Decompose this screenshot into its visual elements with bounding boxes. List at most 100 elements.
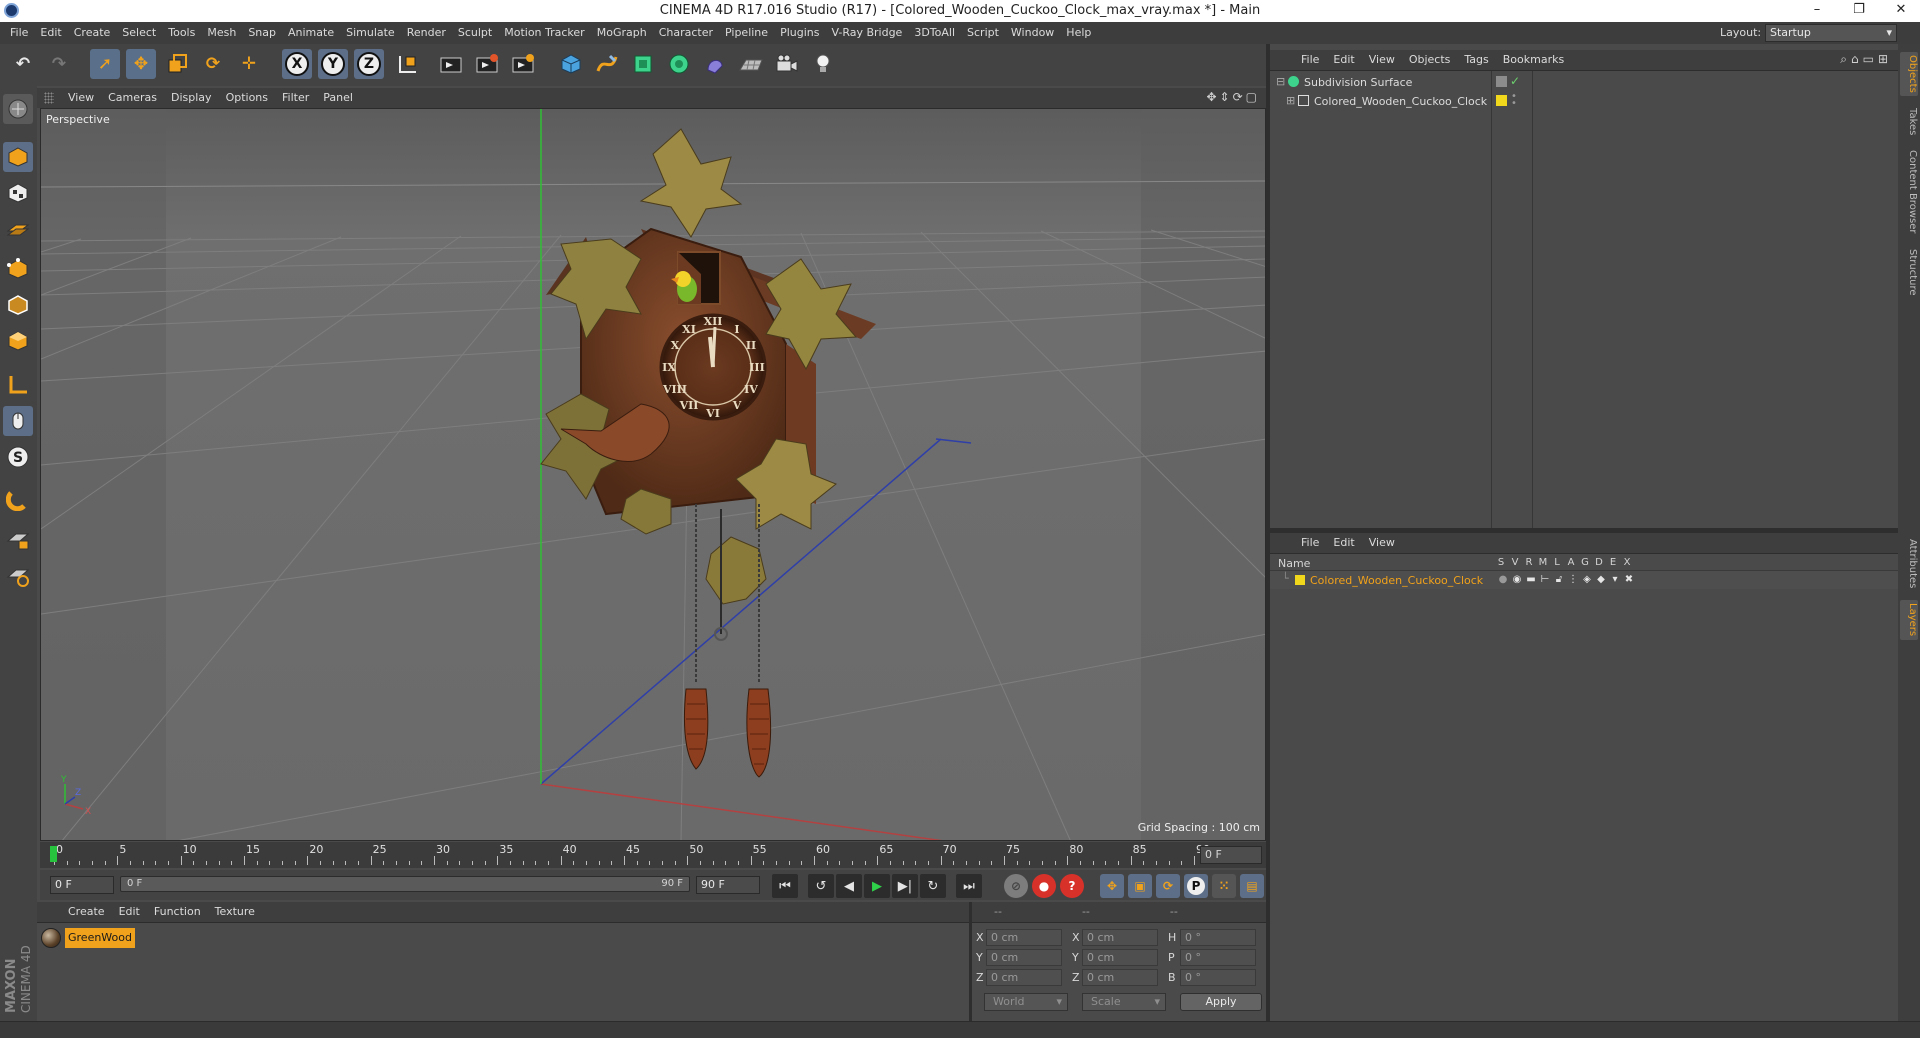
position-key-icon[interactable]: ✥ (1100, 874, 1124, 898)
material-menu-texture[interactable]: Texture (208, 905, 262, 918)
object-menu-bookmarks[interactable]: Bookmarks (1496, 53, 1571, 66)
menu-mesh[interactable]: Mesh (201, 26, 242, 39)
position-z-field[interactable]: 0 cm (986, 969, 1062, 986)
layer-color-swatch[interactable] (1496, 76, 1507, 87)
object-menu-view[interactable]: View (1362, 53, 1402, 66)
object-row-subdivision-surface[interactable]: ⊟ Subdivision Surface ✓ (1270, 73, 1898, 92)
layer-col-generators[interactable]: G (1578, 557, 1592, 568)
layer-col-xref[interactable]: X (1620, 557, 1634, 568)
redo-icon[interactable]: ↷ (44, 49, 74, 79)
floor-icon[interactable] (736, 49, 766, 79)
tab-content-browser[interactable]: Content Browser (1900, 146, 1918, 238)
autokeying-icon[interactable]: ● (1032, 874, 1056, 898)
menu-motion-tracker[interactable]: Motion Tracker (498, 26, 590, 39)
menu-script[interactable]: Script (961, 26, 1005, 39)
menu-simulate[interactable]: Simulate (340, 26, 401, 39)
tab-layers[interactable]: Layers (1900, 600, 1918, 640)
timeline-window-icon[interactable]: ▤ (1240, 874, 1264, 898)
max-frame-field[interactable]: 90 F (696, 876, 760, 894)
layer-xref-icon[interactable]: ✖ (1624, 574, 1634, 585)
horizontal-splitter[interactable] (1270, 528, 1898, 533)
viewport-navigation-icons[interactable]: ✥⇕⟳▢ (1206, 90, 1260, 104)
timeline-playhead[interactable] (50, 846, 57, 862)
object-menu-objects[interactable]: Objects (1402, 53, 1458, 66)
position-x-field[interactable]: 0 cm (986, 929, 1062, 946)
workplane-mode-icon[interactable] (3, 214, 33, 244)
size-y-field[interactable]: 0 cm (1082, 949, 1158, 966)
layer-color-swatch[interactable] (1295, 575, 1305, 585)
layer-col-manager[interactable]: M (1536, 557, 1550, 568)
rotate-tool-icon[interactable]: ⟳ (198, 49, 228, 79)
edges-mode-icon[interactable] (3, 290, 33, 320)
make-editable-icon[interactable] (3, 94, 33, 124)
transform-tool-icon[interactable]: ✛ (234, 49, 264, 79)
menu-select[interactable]: Select (116, 26, 162, 39)
planar-workplane-icon[interactable] (3, 562, 33, 592)
enabled-checkmark-icon[interactable]: ✓ (1510, 74, 1520, 88)
min-frame-field[interactable]: 0 F (50, 876, 114, 894)
snapping-icon[interactable]: S (3, 442, 33, 472)
render-to-picture-viewer-icon[interactable] (472, 49, 502, 79)
menu-create[interactable]: Create (68, 26, 117, 39)
coordinate-space-select[interactable]: World (984, 993, 1068, 1011)
menu-animate[interactable]: Animate (282, 26, 340, 39)
minimize-button[interactable]: – (1806, 0, 1828, 20)
magnet-icon[interactable] (3, 484, 33, 514)
viewport-menu-panel[interactable]: Panel (316, 91, 360, 104)
object-menu-file[interactable]: File (1294, 53, 1326, 66)
menu-vray-bridge[interactable]: V-Ray Bridge (825, 26, 908, 39)
cloner-icon[interactable] (664, 49, 694, 79)
tab-attributes[interactable]: Attributes (1900, 534, 1918, 594)
x-axis-lock-button[interactable]: X (282, 49, 312, 79)
previous-key-icon[interactable]: ↺ (808, 874, 834, 898)
restore-button[interactable]: ❐ (1848, 0, 1870, 20)
size-x-field[interactable]: 0 cm (1082, 929, 1158, 946)
rotation-p-field[interactable]: 0 ° (1180, 949, 1256, 966)
layer-col-solo[interactable]: S (1494, 557, 1508, 568)
texture-mode-icon[interactable] (3, 178, 33, 208)
scale-key-icon[interactable]: ▣ (1128, 874, 1152, 898)
layer-menu-edit[interactable]: Edit (1326, 536, 1361, 549)
viewport-menu-cameras[interactable]: Cameras (101, 91, 164, 104)
render-settings-icon[interactable] (508, 49, 538, 79)
live-selection-icon[interactable]: ➚ (90, 49, 120, 79)
layer-col-render[interactable]: R (1522, 557, 1536, 568)
menu-window[interactable]: Window (1005, 26, 1060, 39)
model-mode-icon[interactable] (3, 142, 33, 172)
menu-snap[interactable]: Snap (242, 26, 282, 39)
layer-generators-icon[interactable]: ◈ (1582, 574, 1592, 585)
camera-icon[interactable] (772, 49, 802, 79)
point-level-animation-icon[interactable]: ⁙ (1212, 874, 1236, 898)
layer-col-view[interactable]: V (1508, 557, 1522, 568)
object-menu-edit[interactable]: Edit (1326, 53, 1361, 66)
menu-3dtoall[interactable]: 3DToAll (908, 26, 961, 39)
record-active-objects-icon[interactable]: ⊘ (1004, 874, 1028, 898)
parameter-key-icon[interactable]: P (1184, 874, 1208, 898)
current-frame-field[interactable]: 0 F (1200, 846, 1262, 864)
size-z-field[interactable]: 0 cm (1082, 969, 1158, 986)
layer-animation-icon[interactable]: ⋮ (1568, 574, 1578, 585)
layer-col-deformers[interactable]: D (1592, 557, 1606, 568)
viewport-menu-view[interactable]: View (61, 91, 101, 104)
lock-workplane-icon[interactable] (3, 526, 33, 556)
rotation-key-icon[interactable]: ⟳ (1156, 874, 1180, 898)
collapse-icon[interactable]: ⊟ (1276, 75, 1285, 88)
layer-solo-icon[interactable]: ● (1498, 574, 1508, 585)
object-row-cuckoo-clock[interactable]: ⊞ Colored_Wooden_Cuckoo_Clock • • (1270, 92, 1898, 111)
material-menu-create[interactable]: Create (61, 905, 112, 918)
go-to-start-icon[interactable]: ⏮ (772, 874, 798, 898)
layer-col-locked[interactable]: L (1550, 557, 1564, 568)
undo-icon[interactable]: ↶ (8, 49, 38, 79)
layer-expressions-icon[interactable]: ▾ (1610, 574, 1620, 585)
layout-select[interactable]: Startup (1765, 24, 1897, 42)
keyframe-selection-icon[interactable]: ? (1060, 874, 1084, 898)
menu-sculpt[interactable]: Sculpt (452, 26, 498, 39)
tab-structure[interactable]: Structure (1900, 244, 1918, 300)
menu-plugins[interactable]: Plugins (774, 26, 825, 39)
position-y-field[interactable]: 0 cm (986, 949, 1062, 966)
go-to-end-icon[interactable]: ⏭ (956, 874, 982, 898)
pen-spline-icon[interactable] (592, 49, 622, 79)
next-frame-icon[interactable]: ▶| (892, 874, 918, 898)
coordinate-system-icon[interactable] (392, 49, 422, 79)
bottom-splitter[interactable] (969, 902, 972, 1021)
